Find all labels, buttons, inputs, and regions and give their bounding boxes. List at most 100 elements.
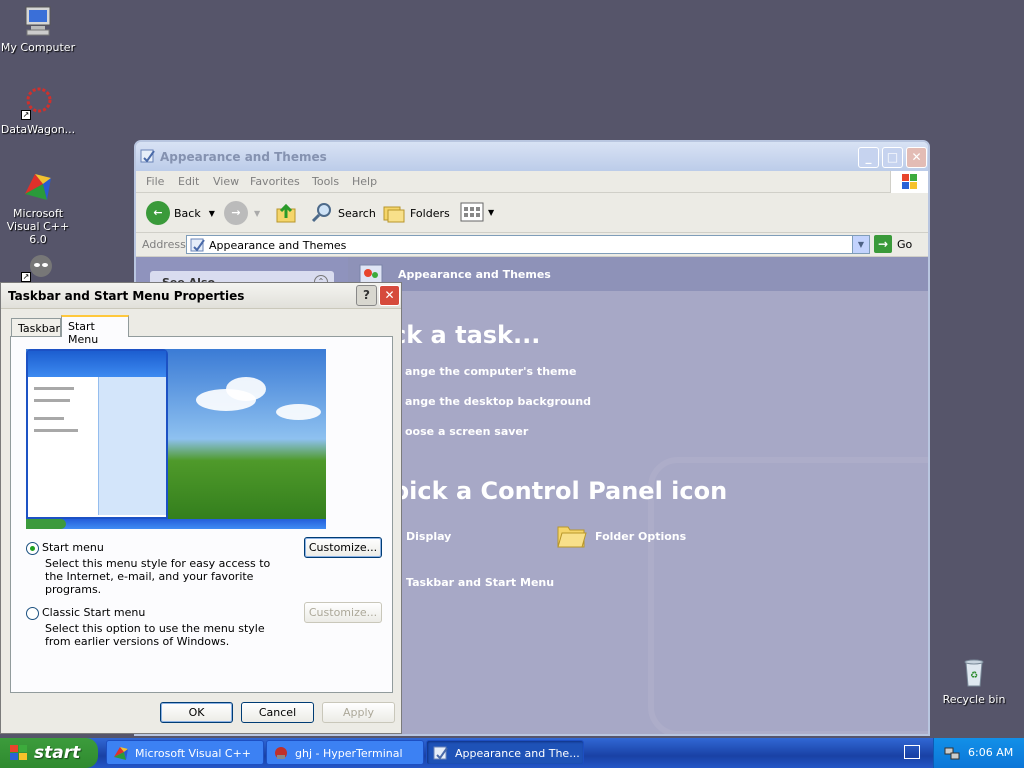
taskbar-item-visual-cpp[interactable]: Microsoft Visual C++ [106,740,264,765]
pick-task-heading: ck a task... [392,321,541,349]
address-label: Address [142,238,186,251]
customize-start-menu-button[interactable]: Customize... [304,537,382,558]
preview-start-menu [26,349,168,519]
category-header: Appearance and Themes [348,257,928,291]
shortcut-arrow-icon: ↗ [21,110,31,120]
keyboard-icon[interactable] [904,745,920,759]
taskbar-item-appearance-themes[interactable]: Appearance and The... [426,740,584,765]
taskbar: start Microsoft Visual C++ ghj - HyperTe… [0,738,1024,768]
start-menu-label[interactable]: Start menu [42,541,104,554]
toolbar: ← Back ▼ → ▼ Search Folders ▼ [136,193,928,233]
go-label: Go [897,237,913,251]
tab-start-menu[interactable]: Start Menu [61,315,129,346]
windows-flag-icon [10,745,27,760]
raccoon-icon: ↗ [21,248,55,282]
tab-taskbar[interactable]: Taskbar [11,318,61,337]
customize-classic-button: Customize... [304,602,382,623]
taskbar-item-hyperterminal[interactable]: ghj - HyperTerminal [266,740,424,765]
start-menu-description: Select this menu style for easy access t… [45,557,271,596]
icon-display[interactable]: Display [406,530,451,543]
start-menu-tab-panel: Start menu Select this menu style for ea… [10,336,393,693]
search-button[interactable]: Search [310,201,376,225]
desktop-icon-label: Microsoft Visual C++ 6.0 [6,207,70,246]
help-button[interactable]: ? [356,285,377,306]
network-icon[interactable] [944,745,960,761]
folders-icon [383,206,405,223]
system-tray: 6:06 AM [933,738,1024,768]
search-icon [311,203,331,223]
clock[interactable]: 6:06 AM [968,746,1013,759]
control-panel-icon [433,746,448,760]
cancel-button[interactable]: Cancel [241,702,314,723]
minimize-button[interactable]: _ [858,147,879,168]
go-button[interactable]: → Go [874,235,912,253]
taskbar-item-label: ghj - HyperTerminal [295,747,403,760]
menu-edit[interactable]: Edit [178,175,199,188]
desktop-icon-label: My Computer [0,41,76,54]
category-pane: Appearance and Themes ck a task... ange … [348,257,928,734]
category-title: Appearance and Themes [398,268,551,281]
views-button[interactable]: ▼ [460,201,494,223]
menu-favorites[interactable]: Favorites [250,175,300,188]
desktop-icon-my-computer[interactable]: My Computer [0,4,78,54]
dialog-titlebar[interactable]: Taskbar and Start Menu Properties ? ✕ [1,283,401,309]
up-folder-button[interactable] [274,201,298,225]
back-button[interactable]: ← Back ▼ [146,201,215,225]
apply-button: Apply [322,702,395,723]
start-menu-radio[interactable] [26,542,39,555]
desktop-icon-visual-cpp[interactable]: Microsoft Visual C++ 6.0 [0,170,78,246]
address-dropdown-icon[interactable]: ▼ [852,236,869,253]
forward-button[interactable]: → ▼ [224,201,260,225]
menu-view[interactable]: View [213,175,239,188]
taskbar-properties-dialog[interactable]: Taskbar and Start Menu Properties ? ✕ Ta… [0,282,402,734]
folders-button[interactable]: Folders [382,201,450,225]
forward-dropdown-icon: ▼ [254,208,261,218]
address-value: Appearance and Themes [209,239,347,252]
task-change-theme[interactable]: ange the computer's theme [405,365,576,378]
visual-cpp-icon [21,170,55,204]
go-arrow-icon: → [874,235,892,253]
views-dropdown-icon: ▼ [488,207,495,217]
svg-text:♻: ♻ [970,671,978,681]
menu-tools[interactable]: Tools [312,175,339,188]
address-bar: Address Appearance and Themes ▼ → Go [136,233,928,257]
classic-start-menu-label[interactable]: Classic Start menu [42,606,145,619]
back-label: Back [174,206,201,220]
close-button[interactable]: ✕ [906,147,927,168]
address-input[interactable]: Appearance and Themes ▼ [186,235,870,254]
explorer-titlebar[interactable]: Appearance and Themes _ □ ✕ [136,142,928,171]
dialog-title: Taskbar and Start Menu Properties [8,289,245,303]
icon-folder-options[interactable]: Folder Options [595,530,686,543]
menu-help[interactable]: Help [352,175,377,188]
start-button[interactable]: start [0,738,98,768]
maximize-button[interactable]: □ [882,147,903,168]
ok-button[interactable]: OK [160,702,233,723]
recycle-bin-icon: ♻ [957,656,991,690]
computer-icon [21,4,55,38]
desktop-icon-label: Recycle bin [942,693,1006,706]
control-panel-icon [190,238,205,252]
control-panel-icon [140,149,155,163]
classic-start-menu-description: Select this option to use the menu style… [45,622,265,648]
task-change-background[interactable]: ange the desktop background [405,395,591,408]
search-label: Search [338,206,376,220]
taskbar-item-label: Microsoft Visual C++ [135,747,252,760]
desktop-icon-label: DataWagon... [0,123,76,136]
desktop-icon-recycle-bin[interactable]: ♻ Recycle bin [934,656,1014,706]
hyperterminal-icon [275,747,287,759]
back-dropdown-icon[interactable]: ▼ [209,209,215,218]
classic-start-menu-radio[interactable] [26,607,39,620]
icon-taskbar-start-menu[interactable]: Taskbar and Start Menu [406,576,554,589]
dialog-close-button[interactable]: ✕ [379,285,400,306]
menu-bar: File Edit View Favorites Tools Help [136,171,928,193]
menu-file[interactable]: File [146,175,164,188]
task-screen-saver[interactable]: oose a screen saver [405,425,528,438]
desktop-icon-datawagon[interactable]: ↗ DataWagon... [0,86,78,136]
forward-arrow-icon: → [224,201,248,225]
pick-icon-heading: pick a Control Panel icon [392,477,728,505]
window-title: Appearance and Themes [160,150,327,164]
desktop-icon-hyperterminal[interactable]: ↗ [0,248,78,285]
folder-options-icon [557,526,587,548]
shortcut-arrow-icon: ↗ [21,272,31,282]
start-label: start [34,743,81,763]
